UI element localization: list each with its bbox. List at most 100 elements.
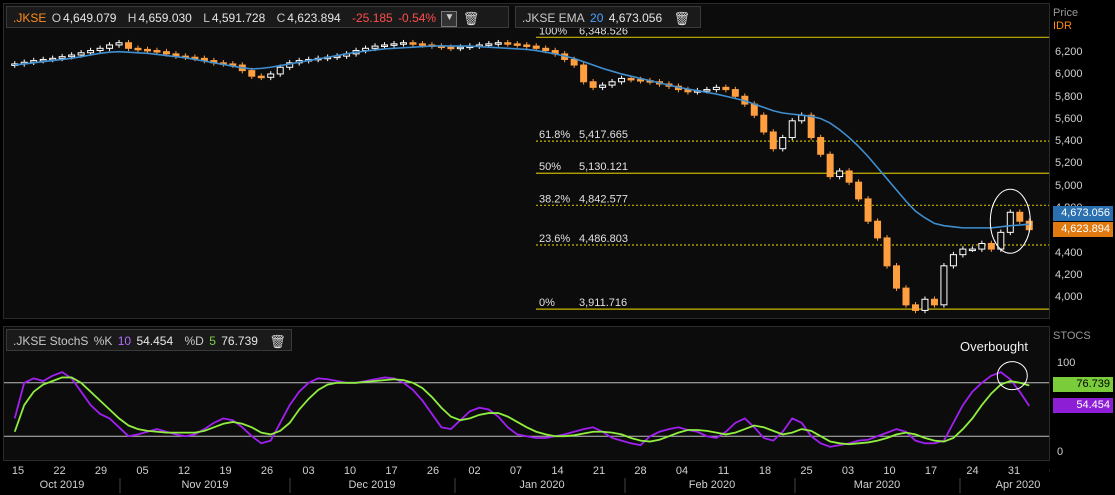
price-tick-label: 6,000	[1055, 68, 1083, 81]
ema-label: .JKSE EMA	[522, 11, 585, 25]
candle-body	[845, 170, 853, 183]
candle-body	[494, 42, 502, 45]
price-chart[interactable]: 100% 6,348.52661.8% 5,417.66550% 5,130.1213…	[4, 4, 1049, 318]
price-tick-label: 5,400	[1055, 135, 1083, 148]
trash-icon[interactable]: 🗑	[463, 8, 480, 30]
candle-body	[864, 198, 872, 222]
candle-body	[855, 181, 863, 200]
candle-body	[248, 70, 256, 77]
month-label: Mar 2020	[854, 479, 900, 491]
candle-body	[1006, 211, 1014, 233]
candle-body	[874, 220, 882, 239]
price-legend[interactable]: .JKSE O 4,649.079 H 4,659.030 L 4,591.728 C…	[6, 6, 509, 28]
candle-body	[96, 47, 104, 52]
candle-body	[807, 114, 815, 139]
candle-body	[390, 43, 398, 46]
candle-body	[115, 42, 123, 46]
candle-body	[968, 248, 976, 252]
k-line	[13, 371, 1031, 448]
candle-body	[949, 254, 957, 267]
stoch-legend[interactable]: .JKSE StochS %K 10 54.454 %D 5 76.739 🗑	[6, 329, 292, 351]
x-tick-label: 21	[593, 465, 605, 477]
x-tick-label: 26	[261, 465, 273, 477]
symbol-label: .JKSE	[13, 11, 47, 25]
candle-body	[447, 46, 455, 50]
candle-body	[257, 75, 265, 79]
x-tick-label: 11	[718, 465, 729, 477]
candle-body	[618, 77, 626, 83]
ema-period: 20	[590, 11, 604, 25]
time-axis: 15 22 29 05 12 19 26 03 10 17 26 02 07 14 21 28 04 11 18 25…	[12, 465, 1050, 493]
trash-icon[interactable]: 🗑	[673, 8, 690, 30]
price-tick-label: 5,000	[1055, 179, 1083, 192]
candle-body	[399, 42, 407, 45]
candle-body	[779, 137, 787, 150]
candle-body	[722, 86, 730, 91]
x-tick-label: 02	[468, 465, 480, 477]
overbought-annotation: Overbought	[960, 339, 1028, 354]
open-value: 4,649.079	[63, 11, 117, 25]
fib-level-label: 50%	[539, 161, 561, 173]
candle-body	[276, 66, 284, 75]
candle-body	[485, 43, 493, 46]
stoch-tick-label: 0	[1057, 446, 1064, 458]
candle-body	[513, 43, 521, 46]
candle-body	[712, 86, 720, 91]
price-panel[interactable]: 100% 6,348.526 61.8% 5,417.665 50% 5,130.121 3…	[3, 3, 1050, 319]
x-tick-label: 18	[759, 465, 771, 477]
candle-body	[959, 248, 967, 256]
month-label: Feb 2020	[689, 479, 735, 491]
candle-body	[143, 48, 151, 52]
ema-line	[14, 45, 1030, 229]
fib-level-label: 0%	[539, 297, 555, 309]
trash-icon[interactable]: 🗑	[269, 331, 286, 353]
last-price-badge: 4,623.894	[1053, 222, 1113, 237]
month-label: Jan 2020	[519, 479, 564, 491]
d-value: 76.739	[221, 334, 258, 348]
candle-body	[456, 46, 464, 50]
candle-body	[750, 103, 758, 116]
x-tick-label: 03	[302, 465, 314, 477]
candle-body	[921, 298, 929, 311]
candle-body	[940, 265, 948, 306]
candle-body	[826, 153, 834, 178]
x-tick-label: 12	[178, 465, 190, 477]
x-tick-label: 03	[842, 465, 854, 477]
x-tick-label: 25	[800, 465, 812, 477]
ema-legend[interactable]: .JKSE EMA 20 4,673.056 🗑	[515, 6, 701, 28]
x-tick-label: 29	[95, 465, 107, 477]
candle-body	[162, 51, 170, 55]
month-label: Dec 2019	[348, 479, 395, 491]
candle-body	[599, 84, 607, 88]
x-tick-label: 24	[966, 465, 978, 477]
x-tick-label: 17	[385, 465, 397, 477]
price-axis-unit: IDR	[1053, 20, 1072, 32]
candle-body	[893, 265, 901, 289]
chevron-down-icon[interactable]: ▼	[441, 10, 458, 27]
x-tick-label: 07	[1049, 465, 1050, 477]
candle-body	[987, 243, 995, 250]
low-value: 4,591.728	[211, 11, 266, 25]
candle-body	[418, 43, 426, 46]
candle-body	[930, 298, 938, 306]
candle-body	[87, 50, 95, 54]
x-tick-label: 10	[883, 465, 895, 477]
candle-body	[627, 77, 635, 81]
x-tick-label: 28	[634, 465, 646, 477]
candle-body	[703, 89, 711, 92]
candle-body	[409, 42, 417, 45]
close-value: 4,623.894	[287, 11, 341, 25]
candle-body	[608, 81, 616, 86]
candle-body	[371, 45, 379, 49]
x-tick-label: 05	[136, 465, 148, 477]
candle-body	[532, 45, 540, 49]
candle-body	[106, 44, 114, 49]
x-tick-label: 17	[925, 465, 937, 477]
candle-body	[77, 52, 85, 56]
x-tick-label: 04	[676, 465, 688, 477]
candle-body	[817, 137, 825, 155]
candle-body	[153, 50, 161, 53]
fib-value-label: 3,911.716	[579, 297, 627, 309]
candle-body	[381, 44, 389, 47]
x-tick-label: 22	[53, 465, 65, 477]
